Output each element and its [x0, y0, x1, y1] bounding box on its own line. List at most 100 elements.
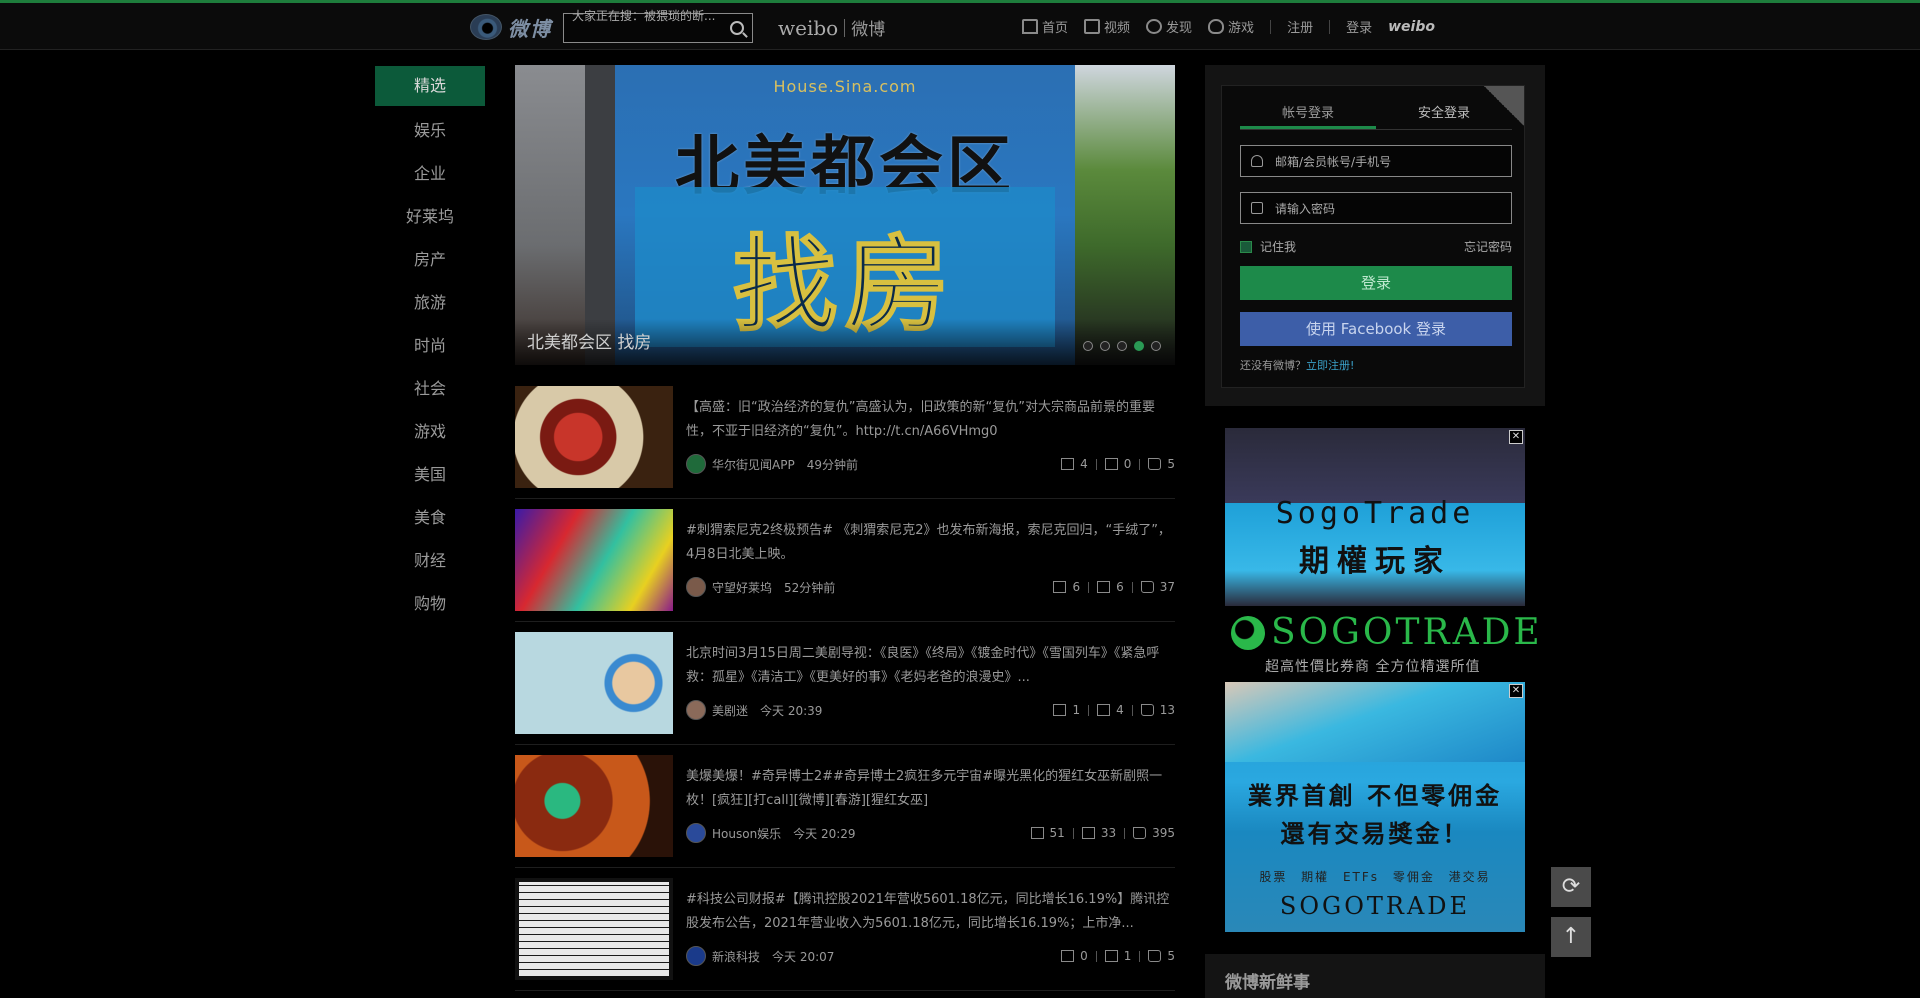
login-link[interactable]: 登录	[1346, 17, 1372, 36]
carousel-dot[interactable]	[1100, 341, 1110, 351]
repost-icon[interactable]	[1061, 950, 1075, 962]
ad-banner-options[interactable]: SogoTrade 期權玩家 ✕	[1225, 428, 1525, 606]
brand-en: weibo	[778, 15, 839, 40]
nav-discover[interactable]: 发现	[1146, 17, 1192, 36]
weibo-logo[interactable]: 微博	[470, 13, 552, 41]
sidebar-item-entertainment[interactable]: 娱乐	[375, 109, 485, 152]
feed-source[interactable]: Houson娱乐	[712, 825, 781, 842]
home-icon	[1022, 19, 1038, 34]
weibo-en-logo[interactable]: weibo	[1388, 19, 1435, 35]
login-button[interactable]: 登录	[1240, 266, 1512, 300]
sidebar-item-featured[interactable]: 精选	[375, 66, 485, 106]
facebook-login-button[interactable]: 使用 Facebook 登录	[1240, 312, 1512, 346]
close-icon[interactable]: ✕	[1509, 684, 1523, 698]
sidebar-item-business[interactable]: 企业	[375, 152, 485, 195]
sidebar-item-travel[interactable]: 旅游	[375, 281, 485, 324]
nav-home[interactable]: 首页	[1022, 17, 1068, 36]
feed-text[interactable]: 北京时间3月15日周二美剧导视：《良医》《终局》《镀金时代》《雪国列车》《紧急呼…	[686, 642, 1175, 690]
nav-video[interactable]: 视频	[1084, 17, 1130, 36]
weibo-eye-icon	[470, 14, 502, 40]
tab-secure-login[interactable]: 安全登录	[1376, 100, 1512, 129]
remember-checkbox[interactable]	[1240, 240, 1252, 253]
banner-caption[interactable]: 北美都会区 找房	[527, 328, 651, 353]
feed-source[interactable]: 华尔街见闻APP	[712, 456, 795, 473]
comment-icon[interactable]	[1104, 950, 1118, 962]
feed-card[interactable]: #科技公司财报#【腾讯控股2021年营收5601.18亿元，同比增长16.19%…	[515, 868, 1175, 991]
username-field[interactable]: 邮箱/会员帐号/手机号	[1240, 145, 1512, 177]
feed-text[interactable]: #科技公司财报#【腾讯控股2021年营收5601.18亿元，同比增长16.19%…	[686, 888, 1175, 936]
sidebar-item-food[interactable]: 美食	[375, 496, 485, 539]
like-count: 37	[1159, 580, 1175, 594]
like-count: 5	[1167, 457, 1175, 471]
ad-keyboard-image	[1225, 682, 1525, 762]
feed-text[interactable]: 【高盛：旧“政治经济的复仇”高盛认为，旧政策的新“复仇”对大宗商品前景的重要性，…	[686, 396, 1175, 444]
comment-icon[interactable]	[1104, 458, 1118, 470]
carousel-dot-active[interactable]	[1134, 341, 1144, 351]
search-icon[interactable]	[730, 21, 744, 35]
search-input[interactable]: 大家正在搜：被猥琐的断...	[572, 4, 724, 52]
register-link[interactable]: 注册	[1287, 17, 1313, 36]
password-field[interactable]: 请输入密码	[1240, 192, 1512, 224]
repost-icon[interactable]	[1030, 827, 1044, 839]
ad-banner-zero-commission[interactable]: 業界首創 不但零佣金 還有交易獎金！ 股票 期權 ETFs 零佣金 港交易 SO…	[1225, 682, 1525, 932]
feed-text[interactable]: #刺猬索尼克2终极预告# 《刺猬索尼克2》也发布新海报，索尼克回归，“手绒了”，…	[686, 519, 1175, 567]
feed-text[interactable]: 美爆美爆！#奇异博士2##奇异博士2疯狂多元宇宙#曝光黑化的猩红女巫新剧照一枚！…	[686, 765, 1175, 813]
feed-source[interactable]: 守望好莱坞	[712, 579, 772, 596]
sidebar-item-finance[interactable]: 财经	[375, 539, 485, 582]
feed-card[interactable]: #刺猬索尼克2终极预告# 《刺猬索尼克2》也发布新海报，索尼克回归，“手绒了”，…	[515, 499, 1175, 622]
feed-card[interactable]: 【高盛：旧“政治经济的复仇”高盛认为，旧政策的新“复仇”对大宗商品前景的重要性，…	[515, 376, 1175, 499]
repost-icon[interactable]	[1053, 704, 1067, 716]
ad-logo-band[interactable]: SOGOTRADE 超高性價比券商 全方位精選所值	[1225, 610, 1540, 680]
comment-icon[interactable]	[1097, 581, 1111, 593]
like-icon[interactable]	[1133, 827, 1147, 839]
feed-thumbnail[interactable]	[515, 632, 673, 734]
like-icon[interactable]	[1148, 458, 1162, 470]
repost-icon[interactable]	[1053, 581, 1067, 593]
feed-card[interactable]: 美爆美爆！#奇异博士2##奇异博士2疯狂多元宇宙#曝光黑化的猩红女巫新剧照一枚！…	[515, 745, 1175, 868]
tab-account-login[interactable]: 帐号登录	[1240, 100, 1376, 129]
feed-source[interactable]: 美剧迷	[712, 702, 748, 719]
feed-time: 今天 20:29	[793, 826, 856, 841]
forgot-password-link[interactable]: 忘记密码	[1464, 238, 1512, 255]
feed-card[interactable]: 北京时间3月15日周二美剧导视：《良医》《终局》《镀金时代》《雪国列车》《紧急呼…	[515, 622, 1175, 745]
feed-thumbnail[interactable]	[515, 386, 673, 488]
sidebar-item-usa[interactable]: 美国	[375, 453, 485, 496]
avatar[interactable]	[686, 823, 706, 843]
weibo-brand[interactable]: weibo 微博	[778, 15, 885, 41]
like-icon[interactable]	[1140, 581, 1154, 593]
feed-stats: 51 33 395	[1030, 826, 1175, 840]
ad-brand: SogoTrade	[1275, 496, 1475, 531]
avatar[interactable]	[686, 454, 706, 474]
carousel-dot[interactable]	[1117, 341, 1127, 351]
sidebar-item-fashion[interactable]: 时尚	[375, 324, 485, 367]
avatar[interactable]	[686, 700, 706, 720]
feed-source[interactable]: 新浪科技	[712, 948, 760, 965]
feed-thumbnail[interactable]	[515, 878, 673, 980]
carousel-dot[interactable]	[1151, 341, 1161, 351]
feed-thumbnail[interactable]	[515, 755, 673, 857]
feed-thumbnail[interactable]	[515, 509, 673, 611]
carousel-dot[interactable]	[1083, 341, 1093, 351]
sidebar-item-shopping[interactable]: 购物	[375, 582, 485, 625]
header: 微博 大家正在搜：被猥琐的断... weibo 微博 首页 视频 发现 游戏 注…	[0, 3, 1920, 50]
remember-label[interactable]: 记住我	[1260, 238, 1296, 255]
close-icon[interactable]: ✕	[1509, 430, 1523, 444]
register-now-link[interactable]: 立即注册!	[1306, 359, 1354, 372]
comment-icon[interactable]	[1081, 827, 1095, 839]
sidebar-item-games[interactable]: 游戏	[375, 410, 485, 453]
repost-icon[interactable]	[1061, 458, 1075, 470]
nav-game[interactable]: 游戏	[1208, 17, 1254, 36]
like-icon[interactable]	[1148, 950, 1162, 962]
back-to-top-button[interactable]: ↑	[1551, 917, 1591, 957]
login-tabs: 帐号登录 安全登录	[1240, 100, 1512, 130]
sidebar-item-hollywood[interactable]: 好莱坞	[375, 195, 485, 238]
banner-carousel[interactable]: House.Sina.com 北美都会区 找房 北美都会区 找房	[515, 65, 1175, 365]
refresh-button[interactable]: ⟳	[1551, 867, 1591, 907]
sidebar-item-realestate[interactable]: 房产	[375, 238, 485, 281]
comment-icon[interactable]	[1097, 704, 1111, 716]
sidebar-item-society[interactable]: 社会	[375, 367, 485, 410]
avatar[interactable]	[686, 577, 706, 597]
avatar[interactable]	[686, 946, 706, 966]
like-icon[interactable]	[1140, 704, 1154, 716]
search-box[interactable]: 大家正在搜：被猥琐的断...	[563, 9, 753, 43]
